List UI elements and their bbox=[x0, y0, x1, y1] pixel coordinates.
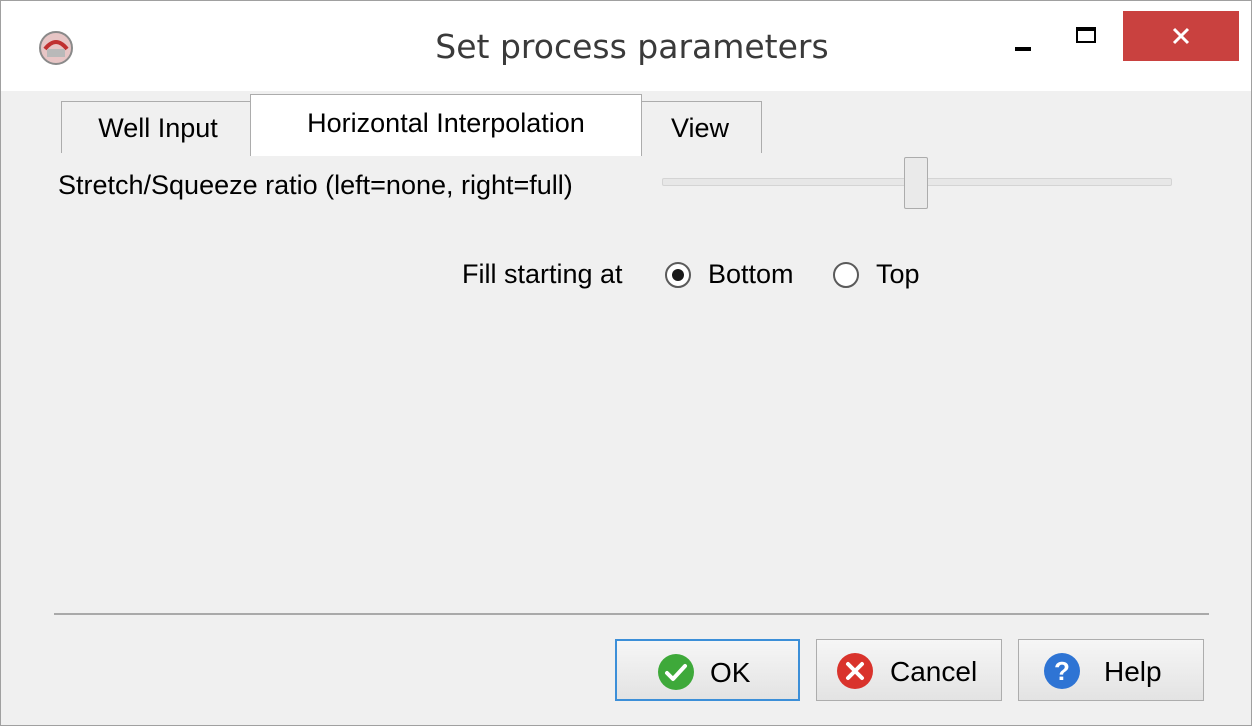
tab-horizontal-interpolation[interactable]: Horizontal Interpolation bbox=[250, 94, 642, 156]
svg-text:?: ? bbox=[1054, 656, 1070, 686]
tab-well-input[interactable]: Well Input bbox=[61, 101, 255, 153]
minimize-button[interactable] bbox=[1001, 21, 1047, 67]
fill-label: Fill starting at bbox=[462, 259, 623, 289]
help-button[interactable]: ? Help bbox=[1018, 639, 1204, 701]
cancel-button[interactable]: Cancel bbox=[816, 639, 1002, 701]
help-label: Help bbox=[1104, 656, 1162, 687]
tab-view[interactable]: View bbox=[638, 101, 762, 153]
radio-top[interactable] bbox=[833, 262, 859, 288]
separator bbox=[54, 613, 1209, 615]
dialog-window: Set process parameters Well Input Horizo… bbox=[0, 0, 1252, 726]
close-button[interactable] bbox=[1123, 11, 1239, 61]
maximize-button[interactable] bbox=[1063, 21, 1109, 67]
close-icon bbox=[1172, 27, 1190, 45]
checkmark-icon bbox=[658, 654, 694, 690]
stretch-squeeze-slider-thumb[interactable] bbox=[904, 157, 928, 209]
radio-bottom[interactable] bbox=[665, 262, 691, 288]
ok-label: OK bbox=[710, 657, 751, 688]
ok-button[interactable]: OK bbox=[615, 639, 800, 701]
cancel-x-icon bbox=[837, 653, 873, 689]
radio-top-label[interactable]: Top bbox=[876, 259, 920, 290]
cancel-label: Cancel bbox=[890, 656, 978, 687]
dialog-content: Well Input Horizontal Interpolation View… bbox=[24, 91, 1230, 715]
title-bar[interactable]: Set process parameters bbox=[1, 1, 1251, 91]
slider-label: Stretch/Squeeze ratio (left=none, right=… bbox=[58, 170, 573, 200]
radio-bottom-label[interactable]: Bottom bbox=[708, 259, 794, 290]
question-icon: ? bbox=[1044, 653, 1080, 689]
